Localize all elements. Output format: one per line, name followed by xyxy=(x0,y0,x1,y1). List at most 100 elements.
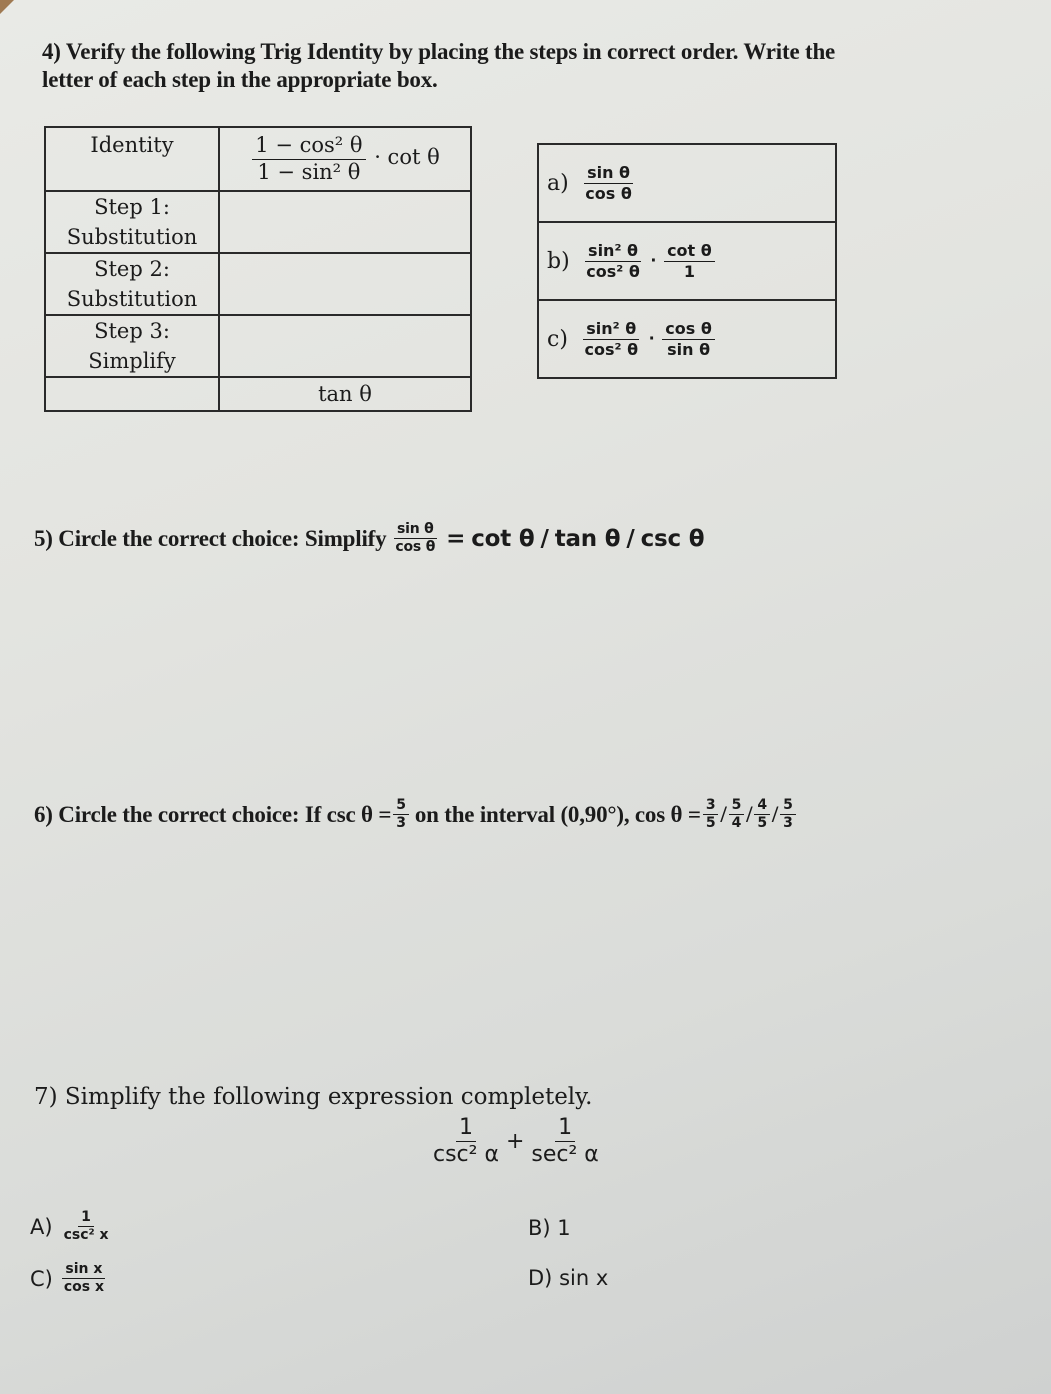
q7-c-den: cos x xyxy=(63,1279,105,1296)
q7-a-fraction: 1 csc² x xyxy=(61,1209,112,1244)
q7-term2-den: sec² α xyxy=(531,1142,599,1168)
q7-answer-c[interactable]: C) sin x cos x xyxy=(30,1261,109,1296)
choice-c-num1: sin² θ xyxy=(583,320,640,340)
step1-type: Substitution xyxy=(66,225,198,249)
q6-opt3-num: 4 xyxy=(754,797,770,816)
q5-option-csc[interactable]: csc θ xyxy=(641,525,705,553)
q6-opt2-num: 5 xyxy=(728,797,745,816)
q7-c-fraction: sin x cos x xyxy=(61,1261,107,1296)
q4-line1: 4) Verify the following Trig Identity by… xyxy=(42,39,836,64)
choice-c-fraction-1: sin² θ cos² θ xyxy=(581,320,641,358)
q5-sep-2: / xyxy=(626,525,635,552)
q7-d-label: D) xyxy=(528,1266,553,1290)
step2-title: Step 2: xyxy=(94,257,170,281)
q5-fraction: sin θ cos θ xyxy=(392,521,438,556)
q6-opt4-den: 3 xyxy=(783,815,793,832)
q7-a-den: csc² x xyxy=(63,1227,109,1244)
q7-answer-b[interactable]: B) 1 xyxy=(528,1216,571,1240)
q7-a-label: A) xyxy=(30,1214,53,1239)
q6-given-fraction: 5 3 xyxy=(393,797,409,832)
q6-opt4-num: 5 xyxy=(780,797,796,816)
choice-b: b) sin² θ cos² θ · cot θ 1 xyxy=(537,221,837,301)
choice-c-den1: cos² θ xyxy=(584,339,639,359)
choice-c-num2: cos θ xyxy=(662,320,715,340)
q5-option-cot[interactable]: cot θ xyxy=(471,525,534,553)
q7-d-value: sin x xyxy=(559,1266,609,1290)
step3-answer-box[interactable] xyxy=(218,314,472,378)
q6-given-num: 5 xyxy=(393,797,409,816)
q6-opt3-den: 5 xyxy=(757,815,767,832)
step2-type: Substitution xyxy=(66,287,198,311)
choice-b-letter: b) xyxy=(547,248,570,274)
step3-label: Step 3: Simplify xyxy=(44,314,220,378)
photo-corner xyxy=(0,0,14,14)
q6-opt1-den: 5 xyxy=(705,815,716,832)
q5-num: sin θ xyxy=(393,521,437,540)
q6-given-den: 3 xyxy=(396,815,406,832)
choice-c: c) sin² θ cos² θ · cos θ sin θ xyxy=(537,299,837,379)
identity-result: tan θ xyxy=(218,376,472,412)
q6-option-2[interactable]: 5 4 xyxy=(728,797,745,832)
q7-answer-a[interactable]: A) 1 csc² x xyxy=(30,1209,114,1244)
q7-term2: 1 sec² α xyxy=(528,1115,601,1168)
q7-term1-num: 1 xyxy=(455,1115,476,1143)
choice-b-num2: cot θ xyxy=(664,242,715,262)
q4-line2: letter of each step in the appropriate b… xyxy=(42,67,438,92)
identity-denominator: 1 − sin² θ xyxy=(257,159,361,184)
q6-option-1[interactable]: 3 5 xyxy=(702,797,719,832)
choice-c-den2: sin θ xyxy=(667,339,711,359)
choice-b-fraction-2: cot θ 1 xyxy=(664,242,715,280)
q6-sep-1: / xyxy=(720,801,727,827)
q7-c-num: sin x xyxy=(62,1261,106,1280)
choice-a-fraction: sin θ cos θ xyxy=(582,164,635,202)
q6-sep-3: / xyxy=(771,801,779,827)
q7-term1: 1 csc² α xyxy=(430,1115,502,1168)
identity-label: Identity xyxy=(44,126,220,192)
q7-c-label: C) xyxy=(30,1266,53,1291)
result-label-empty xyxy=(44,376,220,412)
step1-title: Step 1: xyxy=(94,195,170,219)
q6-opt1-num: 3 xyxy=(702,797,719,816)
q6-option-4[interactable]: 5 3 xyxy=(780,797,796,832)
q6-sep-2: / xyxy=(746,801,753,827)
q6: 6) Circle the correct choice: If csc θ =… xyxy=(34,797,798,832)
dot-operator: · xyxy=(648,328,655,348)
q6-middle: on the interval (0,90°), cos θ = xyxy=(414,801,701,827)
identity-expression: 1 − cos² θ 1 − sin² θ · cot θ xyxy=(218,126,472,192)
q7-b-label: B) xyxy=(528,1216,551,1240)
identity-suffix: · cot θ xyxy=(374,145,440,170)
choice-b-num1: sin² θ xyxy=(585,242,642,262)
q5-option-tan[interactable]: tan θ xyxy=(555,525,621,553)
choice-c-letter: c) xyxy=(547,326,568,352)
q7-term2-num: 1 xyxy=(555,1115,576,1143)
step3-type: Simplify xyxy=(88,349,176,373)
step1-answer-box[interactable] xyxy=(218,190,472,254)
q7-a-num: 1 xyxy=(78,1209,94,1228)
q7-term1-den: csc² α xyxy=(433,1142,499,1168)
step1-label: Step 1: Substitution xyxy=(44,190,220,254)
identity-fraction: 1 − cos² θ 1 − sin² θ xyxy=(252,134,366,184)
choice-a-letter: a) xyxy=(547,170,569,196)
q6-prompt: 6) Circle the correct choice: If csc θ = xyxy=(34,801,392,827)
step2-label: Step 2: Substitution xyxy=(44,252,220,316)
choice-c-fraction-2: cos θ sin θ xyxy=(662,320,715,358)
step3-title: Step 3: xyxy=(94,319,170,343)
q7-answer-d[interactable]: D) sin x xyxy=(528,1266,608,1290)
choice-a: a) sin θ cos θ xyxy=(537,143,837,223)
q5-den: cos θ xyxy=(395,539,436,556)
q5-sep-1: / xyxy=(540,525,549,552)
q6-option-3[interactable]: 4 5 xyxy=(754,797,770,832)
q4-instructions: 4) Verify the following Trig Identity by… xyxy=(42,38,1002,94)
step-choices-table: a) sin θ cos θ b) sin² θ cos² θ · cot θ … xyxy=(537,143,837,379)
q5-prompt: 5) Circle the correct choice: Simplify xyxy=(34,525,387,551)
q7-b-value: 1 xyxy=(557,1216,571,1240)
q6-opt2-den: 4 xyxy=(731,815,742,832)
identity-numerator: 1 − cos² θ xyxy=(252,134,366,160)
q7-title: 7) Simplify the following expression com… xyxy=(34,1084,593,1110)
choice-b-den2: 1 xyxy=(683,261,695,281)
q7-expression: 1 csc² α + 1 sec² α xyxy=(428,1115,604,1168)
choice-b-den1: cos² θ xyxy=(586,261,640,281)
q5-equals: = xyxy=(446,525,466,552)
steps-table: Identity 1 − cos² θ 1 − sin² θ · cot θ S… xyxy=(44,126,472,412)
step2-answer-box[interactable] xyxy=(218,252,472,316)
